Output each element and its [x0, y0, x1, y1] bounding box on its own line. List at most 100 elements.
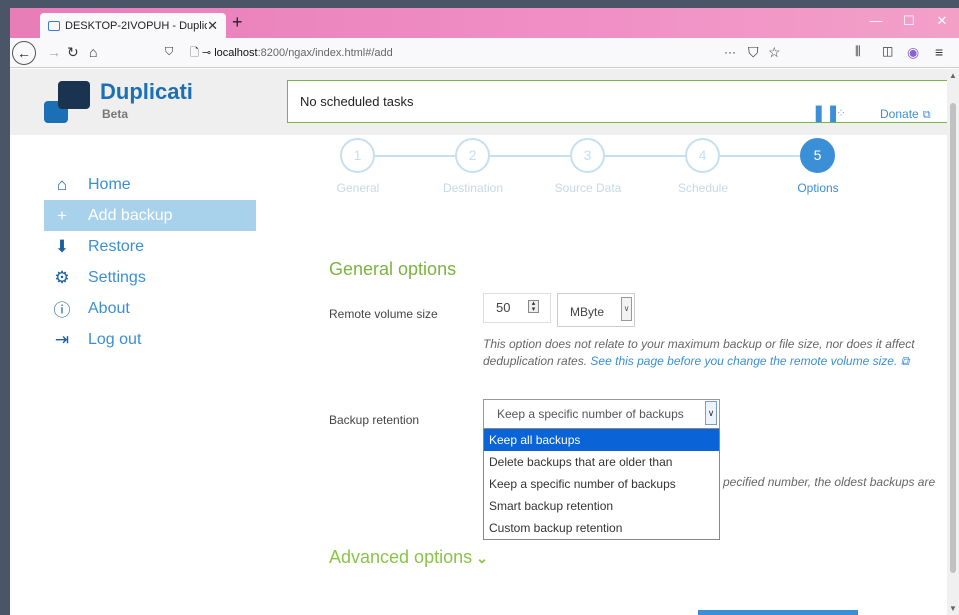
scrollbar[interactable]: ▲ ▼ — [947, 69, 959, 615]
home-nav-icon[interactable]: ⌂ — [89, 44, 97, 60]
sidebar-item-home[interactable]: ⌂ Home — [44, 169, 256, 200]
title-bar: DESKTOP-2IVOPUH - Duplicati ✕ + — ☐ ✕ — [10, 8, 959, 38]
page-content: Duplicati Beta No scheduled tasks ❚❚ ⁘ D… — [10, 69, 950, 615]
step-label-destination[interactable]: Destination — [423, 181, 523, 195]
pocket-icon[interactable]: ⛉ — [748, 44, 759, 61]
account-icon[interactable]: ◉ — [907, 44, 919, 61]
info-icon: ⓘ — [53, 301, 71, 320]
donate-label: Donate — [880, 107, 919, 121]
status-box: No scheduled tasks ❚❚ ⁘ Donate ⧉ — [287, 80, 950, 123]
retention-help: pecified number, the oldest backups are — [723, 475, 936, 489]
remote-volume-label: Remote volume size — [329, 307, 438, 321]
external-link-icon[interactable]: ⧉ — [901, 354, 910, 368]
chevron-down-icon: ⌄ — [476, 550, 488, 566]
retention-dropdown-list: Keep all backups Delete backups that are… — [483, 428, 720, 540]
bookmark-star-icon[interactable]: ☆ — [768, 44, 781, 61]
restore-icon: ⬇ — [54, 236, 70, 256]
tab-favicon — [48, 20, 60, 31]
sidebar-item-label: Settings — [88, 268, 146, 286]
remote-volume-value: 50 — [496, 300, 511, 315]
sidebar-item-label: Log out — [88, 330, 142, 348]
unit-select[interactable]: MByte ∨ — [557, 293, 635, 327]
minimize-icon[interactable]: — — [861, 10, 891, 32]
sidebar-item-about[interactable]: ⓘ About — [44, 293, 256, 324]
throttle-icon[interactable]: ⁘ — [836, 93, 846, 134]
shield-icon[interactable]: ⛉ — [165, 46, 173, 59]
sidebar-item-logout[interactable]: ⇥ Log out — [44, 324, 256, 355]
scroll-down-icon[interactable]: ▼ — [949, 604, 957, 613]
remote-volume-help: This option does not relate to your maxi… — [483, 336, 933, 370]
new-tab-button[interactable]: + — [232, 12, 243, 33]
retention-option-custom[interactable]: Custom backup retention — [484, 517, 719, 539]
chevron-down-icon: ∨ — [705, 401, 717, 425]
step-label-options[interactable]: Options — [768, 181, 868, 195]
tab-title: DESKTOP-2IVOPUH - Duplicati — [65, 19, 208, 32]
plus-icon: + — [57, 205, 67, 225]
step-connector — [375, 155, 455, 157]
remote-volume-input[interactable]: 50 — [483, 293, 551, 323]
sidebar-toggle-icon[interactable]: ◫ — [882, 44, 893, 58]
step-label-general[interactable]: General — [308, 181, 408, 195]
status-text: No scheduled tasks — [300, 94, 414, 109]
step-label-source-data[interactable]: Source Data — [538, 181, 638, 195]
menu-icon[interactable]: ≡ — [935, 44, 943, 60]
gear-icon: ⚙ — [54, 267, 70, 287]
maximize-icon[interactable]: ☐ — [894, 10, 924, 32]
forward-icon[interactable]: → — [47, 44, 61, 60]
retention-option-smart[interactable]: Smart backup retention — [484, 495, 719, 517]
library-icon[interactable]: ⫼ — [855, 44, 861, 59]
backup-retention-label: Backup retention — [329, 413, 420, 427]
url-host: localhost — [214, 47, 258, 59]
sidebar: ⌂ Home + Add backup ⬇ Restore ⚙ Settings ⓘ Ab… — [44, 169, 256, 355]
step-connector — [720, 155, 800, 157]
step-4[interactable]: 4 — [685, 138, 720, 173]
navigation-bar: ← → ↻ ⌂ ⛉ 🗋 ⊸ localhost:8200/ngax/index.… — [10, 38, 959, 68]
sidebar-item-add-backup[interactable]: + Add backup — [44, 200, 256, 231]
retention-selected-value: Keep a specific number of backups — [497, 407, 684, 421]
step-2[interactable]: 2 — [455, 138, 490, 173]
reload-icon[interactable]: ↻ — [67, 44, 79, 61]
chevron-down-icon: ∨ — [621, 297, 632, 321]
window-close-icon[interactable]: ✕ — [927, 10, 957, 32]
wizard-steps: 1 2 3 4 5 General Destination Source Dat… — [337, 136, 840, 196]
back-button[interactable]: ← — [12, 41, 36, 65]
step-3[interactable]: 3 — [570, 138, 605, 173]
tab-close-icon[interactable]: ✕ — [207, 18, 226, 34]
sidebar-item-label: About — [88, 299, 130, 317]
help-link[interactable]: See this page before you change the remo… — [590, 354, 897, 368]
step-1[interactable]: 1 — [340, 138, 375, 173]
donate-link[interactable]: Donate ⧉ — [880, 94, 931, 136]
url-path: :8200/ngax/index.html#/add — [257, 47, 393, 59]
bottom-button[interactable] — [698, 610, 858, 615]
duplicati-logo — [44, 81, 90, 127]
app-header: Duplicati Beta No scheduled tasks ❚❚ ⁘ D… — [10, 69, 950, 135]
scrollbar-thumb[interactable] — [950, 103, 956, 573]
page-icon: 🗋 ⊸ — [190, 47, 215, 59]
sidebar-item-label: Add backup — [88, 206, 173, 224]
step-5[interactable]: 5 — [800, 138, 835, 173]
backup-retention-select[interactable]: Keep a specific number of backups ∨ — [483, 399, 720, 429]
logout-icon: ⇥ — [54, 329, 70, 349]
sidebar-item-restore[interactable]: ⬇ Restore — [44, 231, 256, 262]
address-bar[interactable]: 🗋 ⊸ localhost:8200/ngax/index.html#/add — [190, 41, 780, 65]
sidebar-item-label: Restore — [88, 237, 145, 255]
step-label-schedule[interactable]: Schedule — [653, 181, 753, 195]
retention-option-keep-all[interactable]: Keep all backups — [484, 429, 719, 451]
home-icon: ⌂ — [56, 174, 68, 194]
step-connector — [605, 155, 685, 157]
advanced-options-toggle[interactable]: Advanced options ⌄ — [329, 547, 488, 568]
sidebar-item-label: Home — [88, 175, 131, 193]
retention-option-delete-older[interactable]: Delete backups that are older than — [484, 451, 719, 473]
brand-name: Duplicati — [100, 79, 193, 104]
advanced-options-title: Advanced options — [329, 547, 473, 567]
retention-option-keep-number[interactable]: Keep a specific number of backups — [484, 473, 719, 495]
browser-tab[interactable]: DESKTOP-2IVOPUH - Duplicati ✕ — [40, 13, 226, 38]
more-actions-icon[interactable]: ··· — [724, 45, 736, 59]
external-link-icon: ⧉ — [922, 109, 931, 121]
sidebar-item-settings[interactable]: ⚙ Settings — [44, 262, 256, 293]
general-options-title: General options — [329, 259, 457, 279]
unit-value: MByte — [570, 305, 605, 319]
volume-spinner-icon[interactable]: ▴ ▾ — [528, 300, 539, 313]
beta-label: Beta — [102, 107, 129, 121]
scroll-up-icon[interactable]: ▲ — [949, 71, 957, 80]
